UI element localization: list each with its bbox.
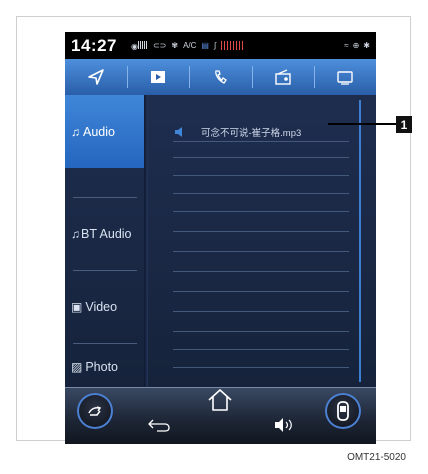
defrost-icon: ▤ (201, 41, 209, 50)
callout-leader-line (328, 123, 396, 125)
list-divider (173, 175, 349, 176)
home-icon (208, 389, 232, 411)
wifi-icon: ≈ (344, 41, 349, 50)
media-source-sidebar: ♫ Audio ♫ BT Audio ▣ Video ▨ Photo (65, 95, 144, 387)
sidebar-item-label: Audio (83, 124, 115, 139)
gps-icon: ⊕ (352, 41, 360, 50)
track-name: 可念不可说-崔子格.mp3 (201, 128, 302, 139)
sidebar-item-label: Photo (85, 360, 119, 374)
radio-icon (275, 69, 291, 85)
volume-icon (275, 418, 292, 432)
list-divider (173, 367, 349, 368)
ac-indicator: A/C (183, 41, 197, 50)
head-unit-screen: 14:27 ◉ ⊂⊃ ✾ A/C ▤ ∫ ≈ ⊕ ✱ ♫ Audio ♫ BT … (65, 32, 376, 444)
tab-navigation[interactable] (65, 59, 127, 95)
tab-radio[interactable] (251, 59, 314, 95)
bluetooth-icon: ✱ (363, 41, 370, 50)
bluetooth-music-icon: ♫ (71, 226, 80, 241)
list-divider (173, 251, 349, 252)
figure-code: OMT21-5020 (347, 452, 406, 463)
photo-icon: ▨ (71, 360, 83, 374)
phone-icon (214, 70, 227, 84)
clock: 14:27 (71, 35, 117, 55)
back-button[interactable] (147, 417, 171, 438)
fan-icon: ✾ (171, 41, 179, 50)
seat-fan-icon (88, 406, 102, 416)
sidebar-edge (144, 95, 148, 387)
back-arrow-icon (148, 419, 170, 432)
list-divider (173, 193, 349, 194)
sidebar-item-audio[interactable]: ♫ Audio (65, 95, 144, 168)
bottom-control-bar (65, 387, 376, 444)
list-divider (173, 157, 349, 158)
volume-bars-icon (221, 41, 244, 50)
list-divider (173, 311, 349, 312)
speaker-icon (175, 127, 182, 137)
sidebar-item-label: BT Audio (81, 226, 132, 241)
media-play-icon (151, 71, 166, 83)
music-note-icon: ♫ (71, 124, 80, 139)
list-divider (173, 291, 349, 292)
list-divider (173, 349, 349, 350)
list-divider (173, 141, 349, 142)
tab-vehicle[interactable] (313, 59, 376, 95)
playlist-scrollbar[interactable] (359, 100, 361, 382)
tab-phone[interactable] (189, 59, 251, 95)
home-button[interactable] (206, 387, 234, 418)
list-divider (173, 331, 349, 332)
car-icon: ⊂⊃ (152, 41, 167, 50)
signal-icon: ◉ (131, 40, 148, 51)
sidebar-item-label: Video (85, 299, 118, 314)
volume-button[interactable] (273, 417, 297, 438)
video-icon: ▣ (71, 299, 83, 314)
sidebar-item-video[interactable]: ▣ Video (65, 270, 144, 343)
list-divider (173, 231, 349, 232)
sidebar-item-bt-audio[interactable]: ♫ BT Audio (65, 197, 144, 270)
navigation-arrow-icon (88, 69, 104, 85)
sidebar-item-photo[interactable]: ▨ Photo (65, 347, 144, 387)
main-tab-bar (65, 59, 376, 95)
playlist: 可念不可说-崔子格.mp3 (173, 95, 353, 387)
car-top-view-icon (337, 401, 349, 421)
vehicle-knob[interactable] (325, 393, 361, 429)
list-divider (173, 271, 349, 272)
list-item-now-playing[interactable]: 可念不可说-崔子格.mp3 (173, 125, 301, 139)
climate-knob[interactable] (77, 393, 113, 429)
tab-media[interactable] (127, 59, 189, 95)
status-bar: 14:27 ◉ ⊂⊃ ✾ A/C ▤ ∫ ≈ ⊕ ✱ (65, 32, 376, 59)
vehicle-display-icon (337, 71, 353, 85)
divider (73, 343, 137, 344)
list-divider (173, 211, 349, 212)
callout-number: 1 (396, 116, 412, 133)
seat-heat-icon: ∫ (213, 41, 217, 50)
